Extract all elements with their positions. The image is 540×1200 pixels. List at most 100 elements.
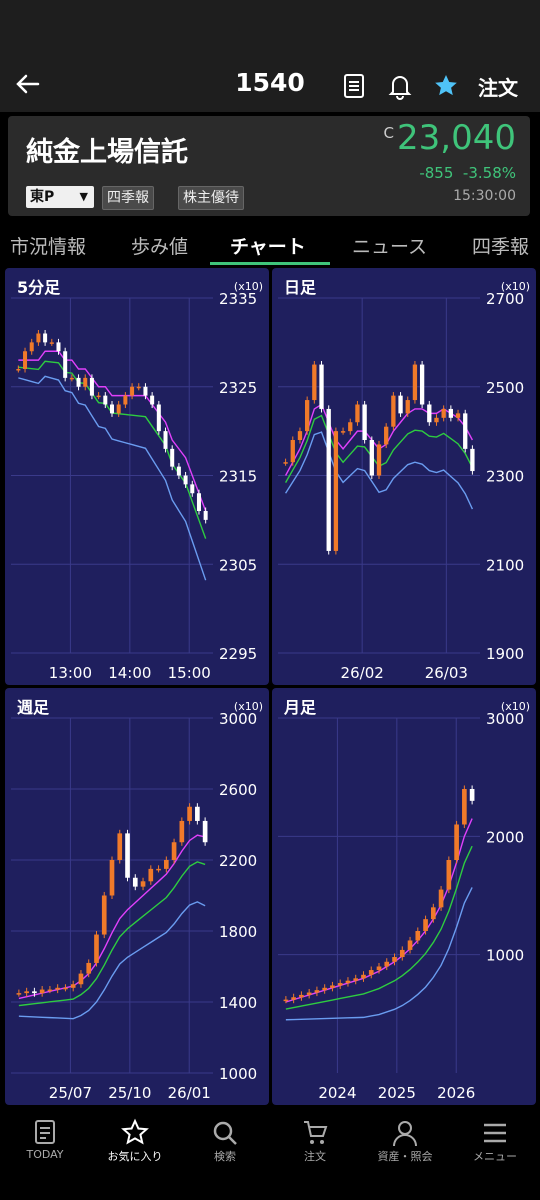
tab-ticks[interactable]: 歩み値 [131, 232, 188, 259]
y-tick-label: 2200 [219, 852, 257, 870]
candle-body [163, 431, 168, 449]
x-tick-label: 2025 [378, 1084, 416, 1102]
y-tick-label: 2325 [219, 379, 257, 397]
candle-body [163, 860, 169, 869]
candle-body [43, 333, 48, 343]
candle-body [96, 395, 101, 398]
nav-search[interactable]: 検索 [180, 1110, 270, 1200]
y-tick-label: 1900 [486, 645, 524, 663]
y-tick-label: 2315 [219, 468, 257, 486]
candle-body [441, 408, 446, 418]
candle-body [369, 440, 374, 476]
stock-name: 純金上場信託 [26, 137, 188, 168]
candle-body [125, 833, 130, 878]
candle-body [70, 984, 76, 988]
panel-title: 週足 [17, 698, 50, 717]
nav-assets[interactable]: 資産・照会 [360, 1110, 450, 1200]
yutai-tag[interactable]: 株主優待 [178, 186, 244, 210]
candle-body [130, 386, 135, 396]
candle-body [355, 404, 360, 423]
candle-body [430, 907, 436, 920]
candle-body [156, 868, 161, 871]
candle-body [330, 985, 335, 988]
nav-order[interactable]: 注文 [270, 1110, 360, 1200]
chart-panel-weekly[interactable]: 3000 2600 2200 1800 1400 1000 25/07 25/10 26/01 … [5, 688, 269, 1105]
candle-body [398, 395, 403, 414]
candle-body [24, 991, 29, 994]
tab-shikiho[interactable]: 四季報 [472, 232, 529, 259]
x-tick-label: 26/03 [425, 664, 468, 682]
unit-label: (x10) [500, 280, 530, 293]
candle-body [462, 789, 467, 825]
tab-chart[interactable]: チャート [230, 232, 306, 259]
tab-market[interactable]: 市況情報 [10, 232, 86, 259]
candle-body [83, 377, 88, 387]
shikiho-tag[interactable]: 四季報 [102, 186, 154, 210]
moving-average-line [285, 887, 473, 1021]
candle-body [187, 806, 192, 821]
candle-body [136, 386, 141, 389]
tab-news[interactable]: ニュース [352, 232, 427, 259]
candle-body [86, 962, 92, 974]
candle-body [290, 440, 295, 463]
candle-body [109, 860, 115, 896]
exchange-select[interactable]: 東P ▼ [26, 186, 94, 208]
candle-body [312, 364, 317, 401]
order-button[interactable]: 注文 [478, 72, 518, 101]
memo-icon[interactable] [340, 72, 368, 100]
candle-body [89, 377, 94, 396]
chart-panel-daily[interactable]: 2700 2500 2300 2100 1900 26/02 26/03 日足 (x10) [272, 268, 536, 685]
chart-panel-5min[interactable]: 2335 2325 2315 2305 2295 13:00 14:00 15:00 5分足 … [5, 268, 269, 685]
candle-body [304, 400, 310, 432]
x-tick-label: 26/01 [168, 1084, 211, 1102]
moving-average-line [18, 360, 207, 539]
candle-body [109, 404, 115, 414]
candle-body [283, 462, 288, 464]
candle-body [94, 934, 99, 963]
active-tab-indicator [210, 262, 330, 265]
candle-body [376, 444, 382, 476]
current-price: 23,040 [397, 118, 516, 158]
candle-body [101, 895, 107, 935]
unit-label: (x10) [233, 700, 263, 713]
candle-body [16, 993, 22, 995]
candle-body [340, 431, 346, 433]
document-icon [35, 1120, 55, 1144]
candle-body [448, 408, 454, 418]
price-time: 15:30:00 [453, 188, 516, 204]
nav-today[interactable]: TODAY [0, 1110, 90, 1200]
candle-body [391, 395, 396, 427]
candle-body [407, 940, 413, 950]
candle-body [283, 999, 289, 1002]
candle-body [454, 824, 459, 860]
candle-body [405, 400, 410, 414]
bell-icon[interactable] [386, 72, 414, 100]
candle-body [384, 426, 389, 445]
candle-body [438, 889, 444, 908]
nav-favorites[interactable]: お気に入り [90, 1110, 180, 1200]
x-tick-label: 13:00 [49, 664, 92, 682]
candle-body [103, 395, 108, 405]
candle-body [195, 806, 200, 821]
candle-body [132, 877, 138, 887]
candle-body [150, 395, 155, 405]
nav-menu[interactable]: メニュー [450, 1110, 540, 1200]
favorite-star-icon[interactable] [432, 72, 460, 100]
menu-icon [484, 1123, 506, 1143]
candle-body [76, 377, 81, 387]
candle-body [116, 404, 121, 414]
panel-title: 5分足 [17, 278, 61, 297]
back-arrow-icon[interactable] [14, 70, 42, 98]
candle-body [345, 980, 351, 984]
nav-label: 検索 [214, 1150, 236, 1163]
candle-body [412, 364, 418, 401]
candlestick-chart: 30002600220018001400100025/07 25/10 26/01 [11, 710, 257, 1102]
candle-body [16, 369, 21, 371]
candle-body [123, 395, 128, 405]
y-tick-label: 1800 [219, 923, 257, 941]
candle-body [463, 413, 468, 449]
candle-body [196, 493, 201, 511]
app-bar: 1540 注文 [0, 0, 540, 112]
y-tick-label: 2305 [219, 556, 257, 574]
chart-panel-monthly[interactable]: 3000 2000 1000 2024 2025 2026 月足 (x10) [272, 688, 536, 1105]
